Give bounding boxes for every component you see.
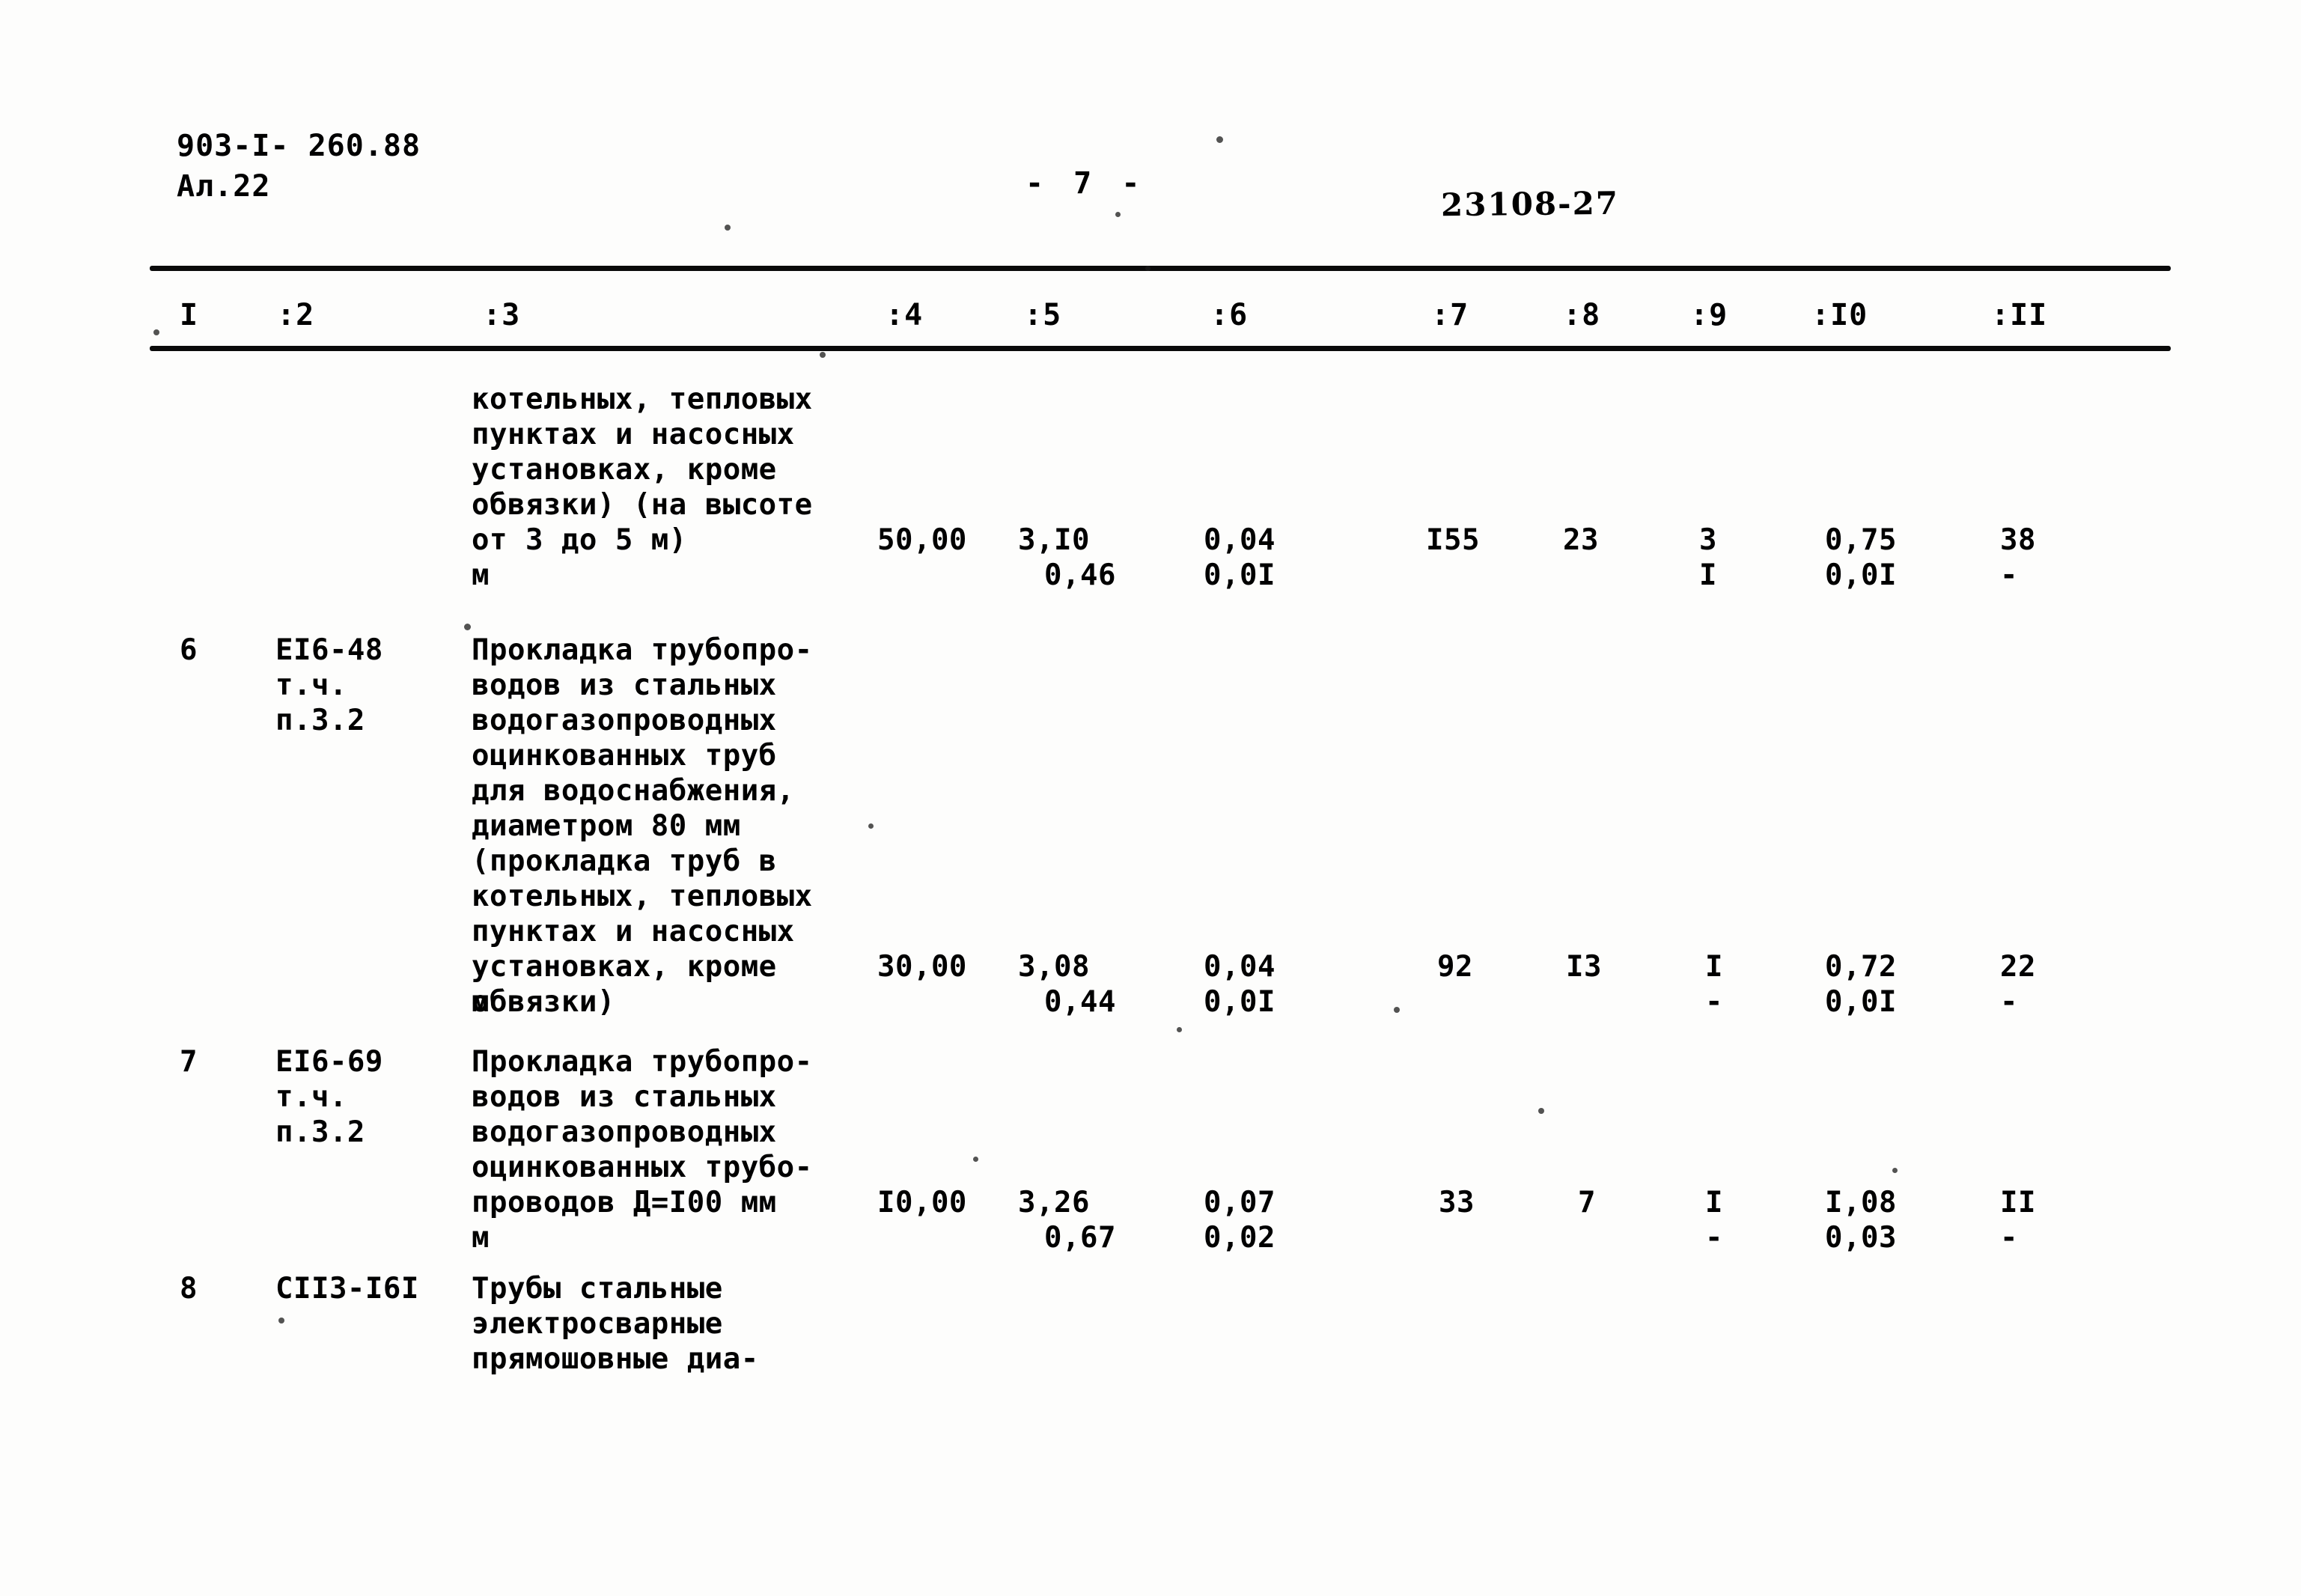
cell-c5-bot: 0,46: [1044, 558, 1116, 592]
row-unit: м: [472, 985, 490, 1019]
row-code: СII3-I6I: [275, 1272, 419, 1306]
cell-c4: I0,00: [877, 1186, 967, 1219]
scan-speck: [973, 1157, 978, 1162]
scan-speck: [1216, 136, 1223, 143]
cell-c8: I3: [1566, 950, 1602, 984]
cell-c4: 50,00: [877, 523, 967, 557]
column-header-9: :9: [1690, 298, 1728, 332]
cell-c4: 30,00: [877, 950, 967, 984]
row-description: котельных, тепловых пунктах и насосных у…: [472, 383, 813, 557]
column-header-8: :8: [1563, 298, 1601, 332]
cell-c10-bot: 0,0I: [1825, 985, 1897, 1019]
cell-c5-bot: 0,67: [1044, 1221, 1116, 1255]
row-unit: м: [472, 1221, 490, 1255]
cell-c10-top: 0,75: [1825, 523, 1897, 557]
row-code: ЕI6-69 т.ч. п.3.2: [275, 1045, 383, 1149]
cell-c8: 23: [1563, 523, 1599, 557]
column-header-3: :3: [483, 298, 521, 332]
cell-c7: I55: [1426, 523, 1480, 557]
scan-speck: [278, 1318, 284, 1324]
document-page: 903-I- 260.88 Ал.22 - 7 - 23108-27 I :2 …: [0, 0, 2301, 1596]
row-description: Прокладка трубопро- водов из стальных во…: [472, 1045, 813, 1219]
cell-c11-top: 22: [2000, 950, 2036, 984]
row-number: 8: [180, 1272, 198, 1306]
cell-c10-top: I,08: [1825, 1186, 1897, 1219]
column-header-10: :I0: [1811, 298, 1868, 332]
column-header-7: :7: [1431, 298, 1469, 332]
page-number: - 7 -: [1025, 166, 1146, 201]
cell-c9-top: I: [1705, 950, 1723, 984]
document-sheet-number: Ал.22: [177, 169, 271, 204]
cell-c9-bot: I: [1699, 558, 1717, 592]
scan-speck: [1177, 1027, 1182, 1032]
scan-speck: [1145, 266, 1150, 271]
cell-c11-bot: -: [2000, 1221, 2018, 1255]
cell-c11-bot: -: [2000, 558, 2018, 592]
cell-c7: 33: [1439, 1186, 1475, 1219]
scan-speck: [1538, 1108, 1544, 1114]
scan-speck: [153, 329, 159, 335]
row-unit: м: [472, 558, 490, 592]
scan-speck: [464, 624, 471, 630]
cell-c9-top: 3: [1699, 523, 1717, 557]
cell-c5-bot: 0,44: [1044, 985, 1116, 1019]
cell-c5-top: 3,08: [1018, 950, 1090, 984]
cell-c11-top: 38: [2000, 523, 2036, 557]
scan-speck: [820, 352, 826, 358]
scan-speck: [1394, 1007, 1400, 1013]
row-code: ЕI6-48 т.ч. п.3.2: [275, 633, 383, 737]
row-description: Трубы стальные электросварные прямошовны…: [472, 1272, 759, 1376]
column-header-5: :5: [1024, 298, 1062, 332]
cell-c5-top: 3,I0: [1018, 523, 1090, 557]
cell-c6-bot: 0,02: [1204, 1221, 1276, 1255]
row-number: 7: [180, 1045, 198, 1079]
cell-c10-top: 0,72: [1825, 950, 1897, 984]
cell-c6-top: 0,04: [1204, 523, 1276, 557]
cell-c10-bot: 0,03: [1825, 1221, 1897, 1255]
cell-c6-top: 0,04: [1204, 950, 1276, 984]
column-header-4: :4: [886, 298, 924, 332]
cell-c11-bot: -: [2000, 985, 2018, 1019]
cell-c6-bot: 0,0I: [1204, 558, 1276, 592]
scan-speck: [1115, 212, 1121, 217]
cell-c9-bot: -: [1705, 985, 1723, 1019]
cell-c6-top: 0,07: [1204, 1186, 1276, 1219]
scan-speck: [725, 225, 731, 231]
cell-c10-bot: 0,0I: [1825, 558, 1897, 592]
table-rule-top: [150, 266, 2171, 271]
column-header-11: :II: [1991, 298, 2048, 332]
column-header-2: :2: [277, 298, 315, 332]
column-header-1: I: [180, 298, 199, 332]
cell-c6-bot: 0,0I: [1204, 985, 1276, 1019]
cell-c5-top: 3,26: [1018, 1186, 1090, 1219]
cell-c8: 7: [1578, 1186, 1596, 1219]
cell-c11-top: II: [2000, 1186, 2036, 1219]
table-rule-bottom: [150, 346, 2171, 351]
column-header-6: :6: [1210, 298, 1249, 332]
cell-c9-bot: -: [1705, 1221, 1723, 1255]
row-number: 6: [180, 633, 198, 667]
document-code: 903-I- 260.88: [177, 129, 421, 163]
row-description: Прокладка трубопро- водов из стальных во…: [472, 633, 813, 1019]
archive-stamp: 23108-27: [1440, 184, 1620, 224]
scan-speck: [1892, 1168, 1898, 1173]
cell-c9-top: I: [1705, 1186, 1723, 1219]
scan-speck: [868, 823, 874, 829]
cell-c7: 92: [1437, 950, 1473, 984]
